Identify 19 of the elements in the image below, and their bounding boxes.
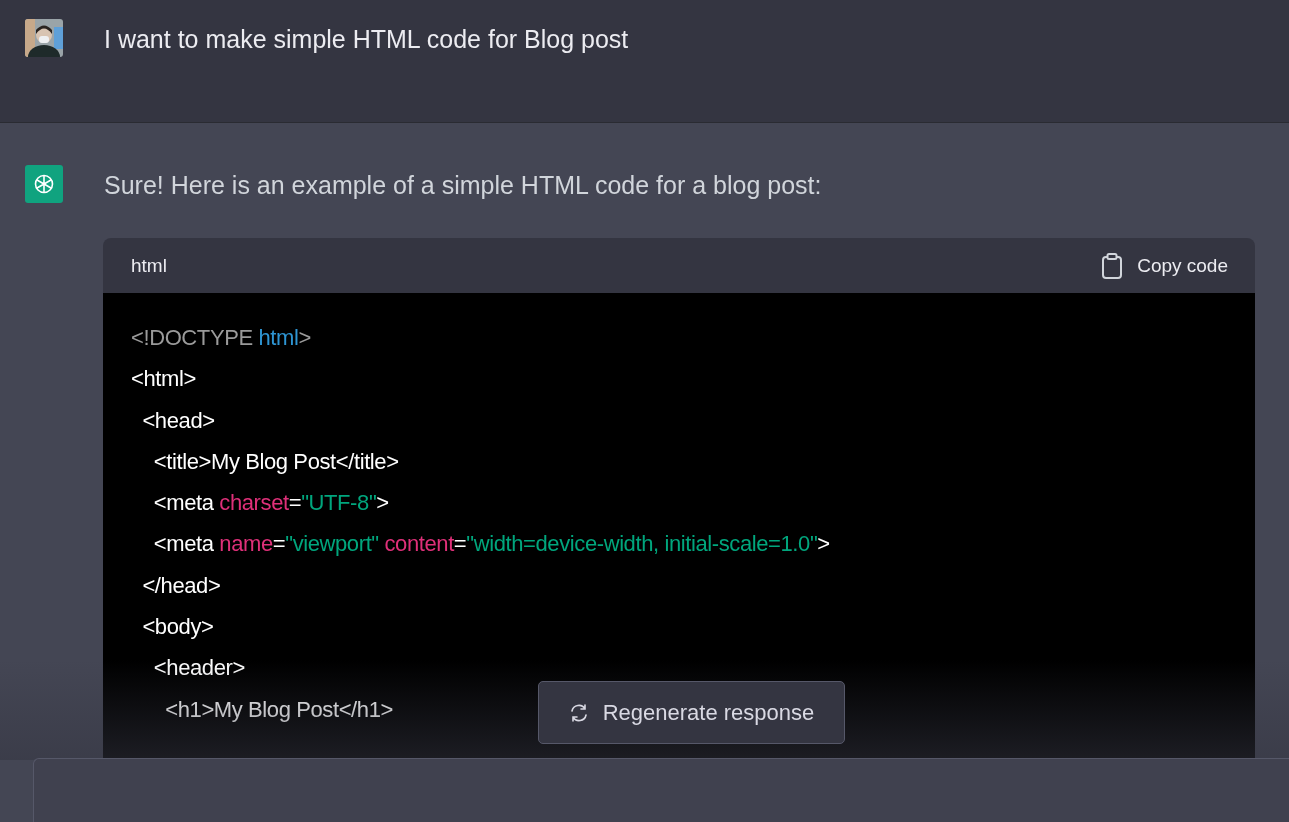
logo-icon: [25, 165, 63, 203]
code-line: <meta name="viewport" content="width=device-width, initial-scale=1.0">: [152, 533, 830, 559]
regenerate-response-button[interactable]: Regenerate response: [538, 681, 845, 744]
message-text: I want to make simple HTML code for Blog post: [104, 24, 630, 54]
code-line: <header>: [152, 657, 245, 683]
clipboard-icon: [1101, 252, 1124, 279]
code-line: <meta charset="UTF-8">: [152, 492, 389, 518]
code-line: <head>: [141, 409, 215, 435]
message-text: Sure! Here is an example of a simple HTML code for a blog post:: [104, 170, 823, 200]
refresh-icon: [568, 702, 589, 723]
code-line: <title>My Blog Post</title>: [152, 450, 399, 476]
code-line: <body>: [141, 616, 214, 642]
message-input-field[interactable]: [33, 758, 1289, 822]
code-line: <html>: [131, 368, 196, 394]
code-line: <!DOCTYPE html>: [131, 327, 311, 352]
code-line: <h1>My Blog Post</h1>: [164, 698, 393, 724]
copy-code-button[interactable]: Copy code: [1101, 252, 1228, 279]
language-label: html: [131, 254, 167, 277]
code-line: </head>: [141, 574, 221, 600]
